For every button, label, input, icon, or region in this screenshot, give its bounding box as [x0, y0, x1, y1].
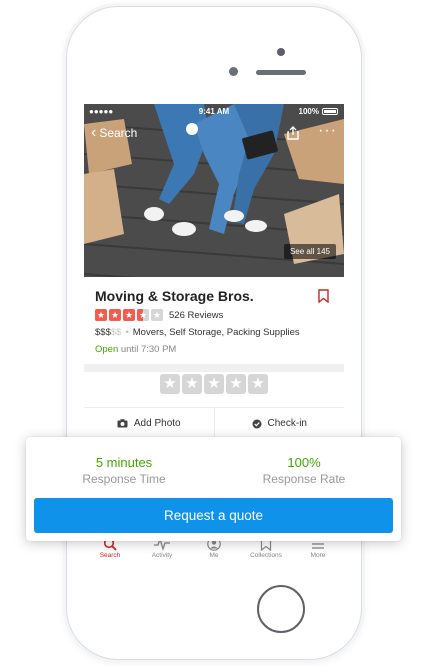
- review-count[interactable]: 526 Reviews: [169, 310, 223, 321]
- rate-star-icon[interactable]: ★: [248, 374, 268, 394]
- price-inactive: $$: [110, 327, 122, 338]
- battery-percent: 100%: [298, 107, 319, 116]
- star-icon: ★: [123, 309, 135, 321]
- check-in-button[interactable]: Check-in: [213, 408, 345, 439]
- response-time-label: Response Time: [82, 472, 166, 486]
- add-photo-label: Add Photo: [133, 418, 181, 429]
- status-bar: ●●●●● 9:41 AM 100%: [84, 104, 344, 118]
- home-button[interactable]: [257, 585, 305, 633]
- request-quote-button[interactable]: Request a quote: [34, 498, 393, 533]
- empty-star-icon: ★: [151, 309, 163, 321]
- tab-search-label: Search: [99, 552, 121, 559]
- response-rate-stat: 100% Response Rate: [214, 455, 394, 486]
- rate-star-icon[interactable]: ★: [182, 374, 202, 394]
- front-camera: [229, 67, 238, 76]
- ellipsis-icon[interactable]: ···: [318, 122, 337, 140]
- hours-label: until 7:30 PM: [120, 344, 177, 355]
- battery-icon: [322, 108, 338, 115]
- star-icon: ★: [95, 309, 107, 321]
- bookmark-icon[interactable]: [318, 289, 329, 308]
- price-active: $$$: [95, 327, 111, 338]
- check-in-icon: [252, 419, 262, 428]
- back-button[interactable]: ‹ Search: [91, 124, 138, 141]
- business-info: Moving & Storage Bros. ★ ★ ★ ★ ★ 526 Rev…: [84, 277, 344, 370]
- business-meta: $$$$$ • Movers, Self Storage, Packing Su…: [95, 327, 300, 338]
- see-all-photos-button[interactable]: See all 145: [283, 244, 336, 259]
- rate-star-icon[interactable]: ★: [204, 374, 224, 394]
- battery-indicator: 100%: [299, 107, 338, 116]
- rate-star-icon[interactable]: ★: [160, 374, 180, 394]
- stage: ●●●●● 9:41 AM 100% ‹ Search ··· See all …: [0, 0, 426, 666]
- add-photo-button[interactable]: Add Photo: [84, 408, 214, 439]
- chevron-left-icon: ‹: [91, 124, 97, 141]
- response-time-stat: 5 minutes Response Time: [34, 455, 214, 486]
- rate-business-stars[interactable]: ★ ★ ★ ★ ★: [84, 374, 344, 402]
- business-hours: Open until 7:30 PM: [95, 344, 176, 355]
- business-categories: Movers, Self Storage, Packing Supplies: [132, 327, 300, 338]
- back-label: Search: [99, 126, 138, 140]
- open-status: Open: [95, 344, 119, 355]
- business-name: Moving & Storage Bros.: [95, 288, 254, 304]
- check-in-label: Check-in: [267, 418, 307, 429]
- price-range: $$$$$: [95, 327, 121, 338]
- tab-collections-label: Collections: [250, 552, 282, 559]
- star-rating: ★ ★ ★ ★ ★ 526 Reviews: [95, 309, 223, 321]
- quote-card: 5 minutes Response Time 100% Response Ra…: [26, 437, 401, 541]
- hero-photo[interactable]: ●●●●● 9:41 AM 100% ‹ Search ··· See all …: [84, 104, 344, 277]
- camera-icon: [117, 419, 128, 428]
- response-rate-value: 100%: [287, 455, 321, 470]
- star-icon: ★: [109, 309, 121, 321]
- tab-me-label: Me: [209, 552, 219, 559]
- earpiece-speaker: [256, 70, 306, 75]
- separator-dot: •: [125, 327, 129, 338]
- response-time-value: 5 minutes: [95, 455, 153, 470]
- response-rate-label: Response Rate: [262, 472, 346, 486]
- half-star-icon: ★: [137, 309, 149, 321]
- rate-star-icon[interactable]: ★: [226, 374, 246, 394]
- tab-activity-label: Activity: [151, 552, 173, 559]
- sensor-dot: [277, 48, 285, 56]
- tab-more-label: More: [310, 552, 326, 559]
- action-row: Add Photo Check-in: [84, 407, 344, 439]
- section-divider: [84, 364, 344, 372]
